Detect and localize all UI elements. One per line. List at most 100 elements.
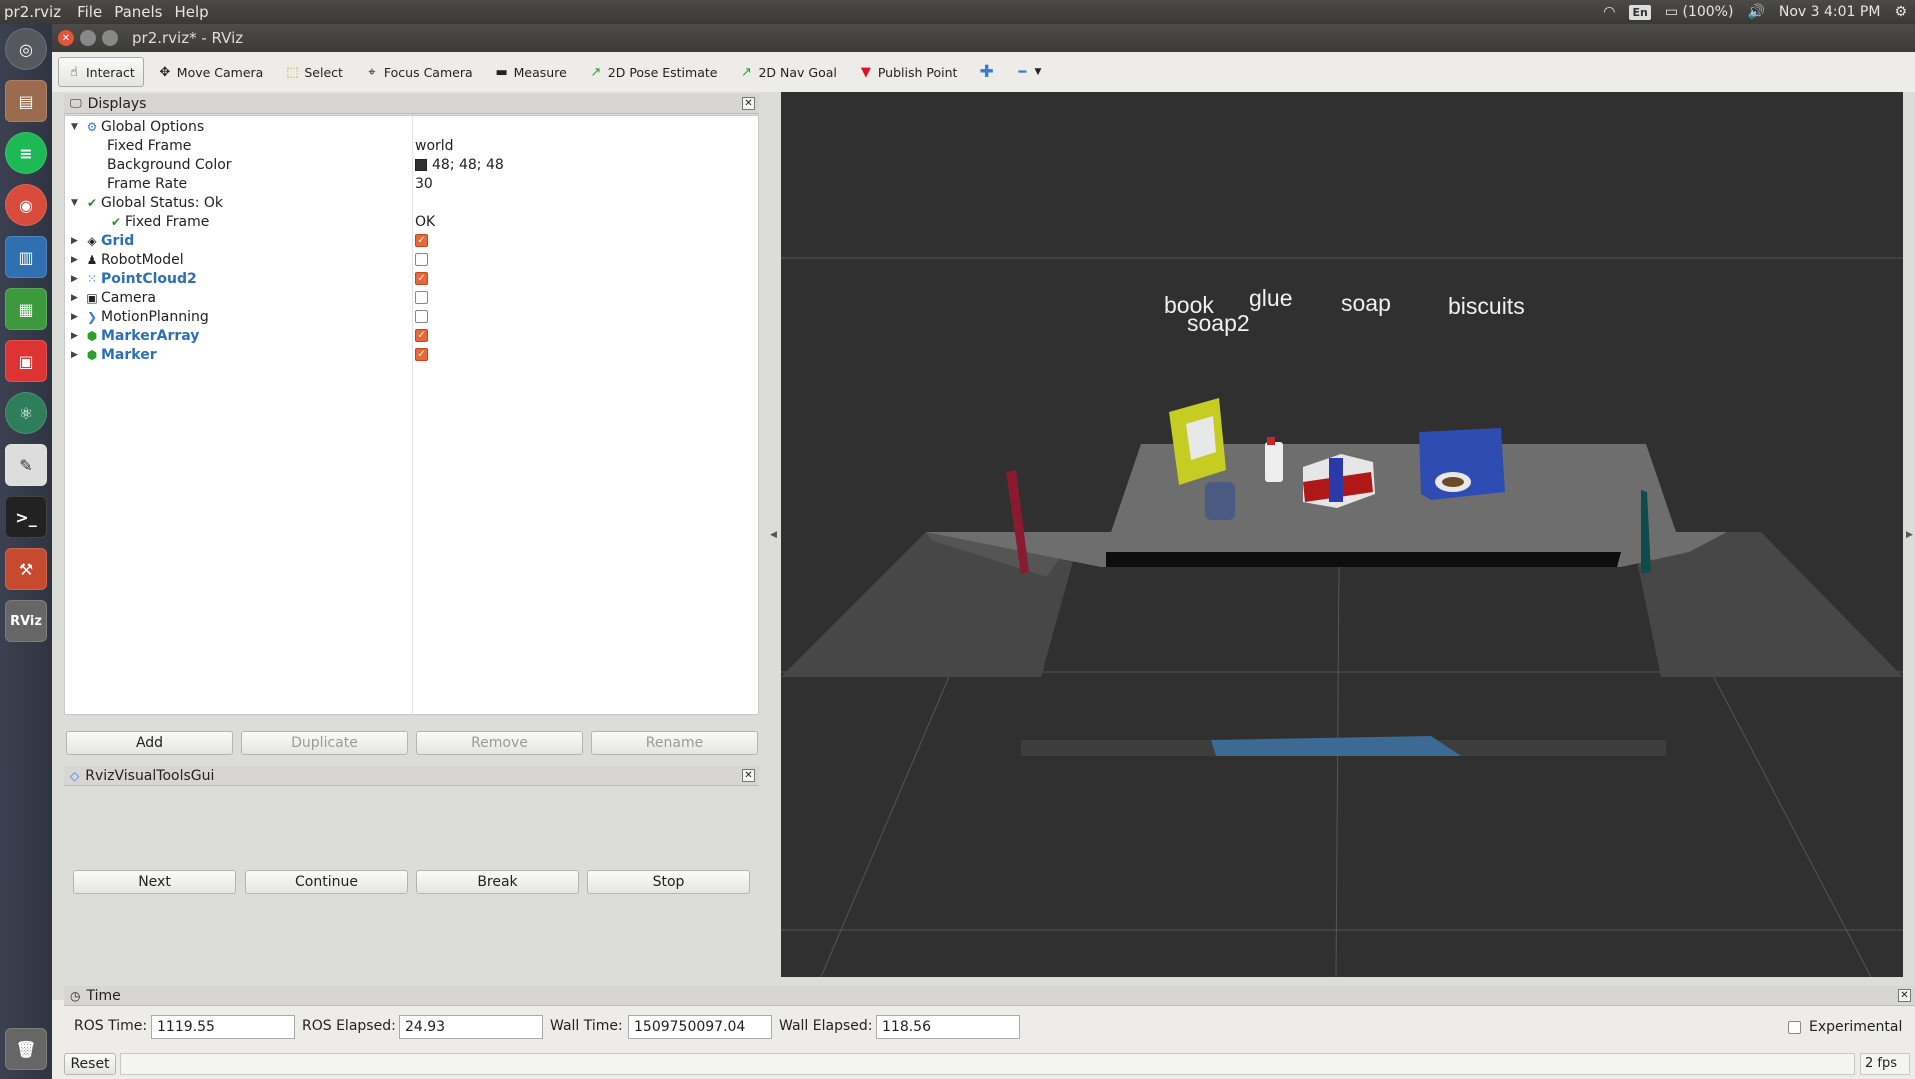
maximize-window-icon[interactable] (102, 30, 118, 46)
focus-camera-tool-button[interactable]: ⌖ Focus Camera (357, 57, 481, 87)
remove-tool-button[interactable]: ━ ▼ (1007, 57, 1049, 87)
select-tool-button[interactable]: ⬚ Select (277, 57, 351, 87)
tree-row-status-fixed-frame[interactable]: ✔ Fixed Frame (107, 212, 209, 231)
expand-arrow-icon[interactable]: ▶ (71, 236, 83, 246)
terminal-icon[interactable]: >_ (5, 496, 47, 538)
close-window-icon[interactable]: ✕ (58, 30, 74, 46)
table-front-edge (1106, 552, 1621, 567)
add-tool-button[interactable]: ✚ (971, 57, 1001, 87)
app-menu-name[interactable]: pr2.rviz (0, 3, 71, 21)
close-icon[interactable]: ✕ (742, 769, 755, 782)
nav-goal-tool-button[interactable]: ↗ 2D Nav Goal (731, 57, 844, 87)
tree-row-pointcloud2[interactable]: ▶ ⁙ PointCloud2 (71, 269, 197, 288)
experimental-toggle[interactable]: Experimental (1788, 1019, 1902, 1035)
tree-row-robotmodel[interactable]: ▶ ♟ RobotModel (71, 250, 184, 269)
marker-checkbox[interactable]: ✓ (415, 348, 428, 361)
chrome-app-icon[interactable]: ◉ (5, 184, 47, 226)
pointcloud2-checkbox[interactable]: ✓ (415, 272, 428, 285)
tree-row-camera[interactable]: ▶ ▣ Camera (71, 288, 156, 307)
tree-row-marker[interactable]: ▶ ⬢ Marker (71, 345, 157, 364)
expand-arrow-icon[interactable]: ▶ (71, 255, 83, 265)
app-grid-icon[interactable]: ▣ (5, 340, 47, 382)
wall-time-field[interactable]: 1509750097.04 (628, 1015, 772, 1039)
3d-render-view[interactable]: book glue soap biscuits soap2 (781, 92, 1903, 977)
move-icon: ✥ (159, 64, 171, 80)
trash-icon[interactable]: 🗑 (5, 1028, 47, 1070)
tree-row-motionplanning[interactable]: ▶ ❯ MotionPlanning (71, 307, 209, 326)
displays-title: Displays (87, 95, 147, 112)
minimize-window-icon[interactable] (80, 30, 96, 46)
close-icon[interactable]: ✕ (742, 97, 755, 110)
publish-point-tool-button[interactable]: ▼ Publish Point (851, 57, 966, 87)
duplicate-button[interactable]: Duplicate (241, 731, 408, 755)
system-settings-icon[interactable]: ⚒ (5, 548, 47, 590)
tree-row-fixed-frame[interactable]: Fixed Frame (107, 136, 191, 155)
menu-file[interactable]: File (71, 3, 108, 21)
expand-arrow-icon[interactable]: ▶ (71, 331, 83, 341)
collapse-right-arrow-icon[interactable]: ▶ (1906, 530, 1913, 540)
motionplanning-checkbox[interactable] (415, 310, 428, 323)
next-button[interactable]: Next (73, 870, 236, 894)
column-divider[interactable] (412, 116, 413, 714)
battery-indicator[interactable]: ▭ (100%) (1665, 4, 1734, 20)
expand-arrow-icon[interactable]: ▶ (71, 312, 83, 322)
frame-rate-value[interactable]: 30 (415, 174, 433, 193)
fixed-frame-value[interactable]: world (415, 136, 454, 155)
break-button[interactable]: Break (416, 870, 579, 894)
measure-tool-button[interactable]: ▬ Measure (487, 57, 575, 87)
ros-elapsed-field[interactable]: 24.93 (399, 1015, 543, 1039)
stop-button[interactable]: Stop (587, 870, 750, 894)
expand-arrow-icon[interactable]: ▼ (71, 198, 83, 208)
continue-button[interactable]: Continue (245, 870, 408, 894)
expand-arrow-icon[interactable]: ▶ (71, 293, 83, 303)
spotify-app-icon[interactable]: ≡ (5, 132, 47, 174)
writer-app-icon[interactable]: ▥ (5, 236, 47, 278)
remove-button[interactable]: Remove (416, 731, 583, 755)
interact-tool-button[interactable]: ☝ Interact (58, 57, 144, 87)
motionplanning-label: MotionPlanning (101, 308, 209, 325)
tree-row-grid[interactable]: ▶ ◈ Grid (71, 231, 134, 250)
tree-row-global-options[interactable]: ▼ ⚙ Global Options (71, 117, 204, 136)
settings-gear-icon[interactable]: ⚙ (1894, 4, 1907, 20)
keyboard-layout-indicator[interactable]: En (1629, 4, 1651, 20)
rename-button[interactable]: Rename (591, 731, 758, 755)
background-color-value[interactable]: 48; 48; 48 (415, 155, 504, 174)
calc-app-icon[interactable]: ▦ (5, 288, 47, 330)
reset-button[interactable]: Reset (64, 1053, 116, 1075)
collapse-left-arrow-icon[interactable]: ◀ (770, 530, 777, 540)
atom-app-icon[interactable]: ⚛ (5, 392, 47, 434)
pose-estimate-tool-button[interactable]: ↗ 2D Pose Estimate (581, 57, 726, 87)
rviz-app-icon[interactable]: RViz (5, 600, 47, 642)
expand-arrow-icon[interactable]: ▶ (71, 350, 83, 360)
diamond-icon: ◇ (70, 768, 80, 783)
close-icon[interactable]: ✕ (1898, 989, 1911, 1002)
tree-row-frame-rate[interactable]: Frame Rate (107, 174, 187, 193)
files-app-icon[interactable]: ▤ (5, 80, 47, 122)
camera-checkbox[interactable] (415, 291, 428, 304)
time-panel-header: ◷ Time ✕ (64, 986, 1915, 1006)
clock[interactable]: Nov 3 4:01 PM (1779, 4, 1881, 20)
expand-arrow-icon[interactable]: ▼ (71, 122, 83, 132)
text-editor-icon[interactable]: ✎ (5, 444, 47, 486)
add-button[interactable]: Add (66, 731, 233, 755)
wifi-icon[interactable]: ◠ (1603, 4, 1615, 20)
grid-checkbox[interactable]: ✓ (415, 234, 428, 247)
tree-row-background-color[interactable]: Background Color (107, 155, 232, 174)
monitor-icon: 🖵 (70, 96, 82, 110)
menu-panels[interactable]: Panels (108, 3, 168, 21)
wall-elapsed-field[interactable]: 118.56 (876, 1015, 1020, 1039)
pointcloud2-label: PointCloud2 (101, 270, 197, 287)
markerarray-checkbox[interactable]: ✓ (415, 329, 428, 342)
tree-row-markerarray[interactable]: ▶ ⬢ MarkerArray (71, 326, 199, 345)
background-color-label: Background Color (107, 156, 232, 173)
battery-icon: ▭ (1664, 4, 1679, 20)
label-biscuits: biscuits (1448, 293, 1525, 319)
tree-row-global-status[interactable]: ▼ ✔ Global Status: Ok (71, 193, 223, 212)
dash-home-icon[interactable]: ◎ (5, 28, 47, 70)
robotmodel-checkbox[interactable] (415, 253, 428, 266)
expand-arrow-icon[interactable]: ▶ (71, 274, 83, 284)
volume-icon[interactable]: 🔊 (1747, 4, 1764, 20)
menu-help[interactable]: Help (168, 3, 214, 21)
ros-time-field[interactable]: 1119.55 (151, 1015, 295, 1039)
move-camera-tool-button[interactable]: ✥ Move Camera (150, 57, 272, 87)
